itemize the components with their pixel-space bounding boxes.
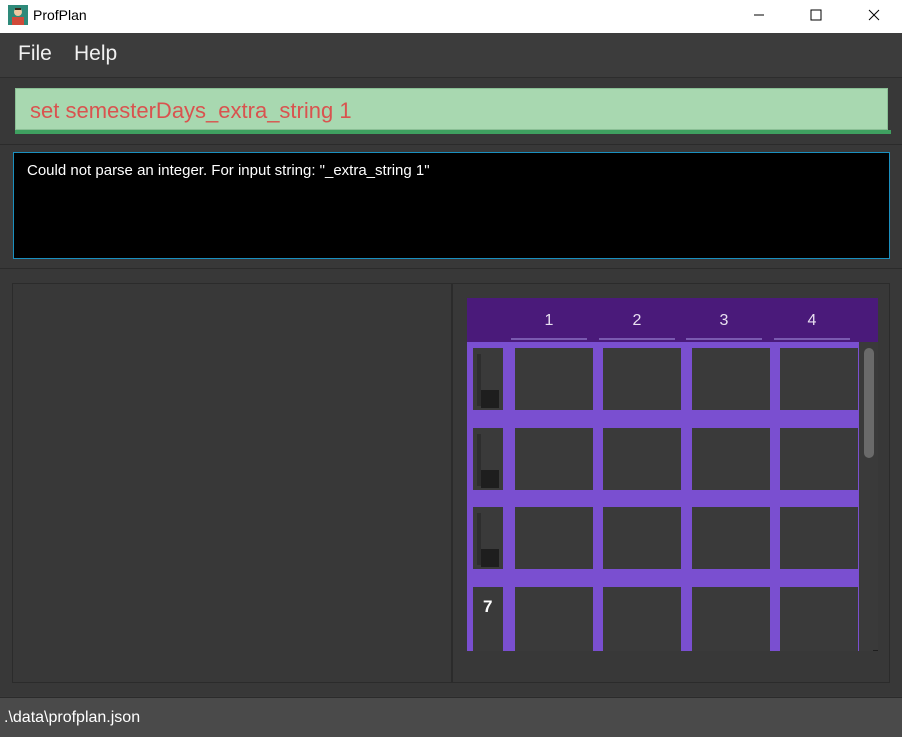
calendar-cell[interactable] <box>603 587 681 651</box>
result-display[interactable]: Could not parse an integer. For input st… <box>13 152 890 259</box>
calendar-day-cell[interactable] <box>473 507 503 569</box>
result-message: Could not parse an integer. For input st… <box>27 162 430 179</box>
status-bar: .\data\profplan.json <box>0 697 902 737</box>
save-location: .\data\profplan.json <box>4 709 141 726</box>
calendar-cell[interactable] <box>692 507 770 569</box>
calendar-cell[interactable] <box>515 507 593 569</box>
calendar-cell[interactable] <box>780 507 858 569</box>
calendar-cell[interactable] <box>515 587 593 651</box>
calendar-grid: 7 <box>467 342 859 651</box>
task-list-panel <box>12 283 452 683</box>
calendar-cell[interactable] <box>780 587 858 651</box>
calendar-day-cell[interactable]: 7 <box>473 587 503 651</box>
calendar-cell[interactable] <box>780 348 858 410</box>
window-title: ProfPlan <box>33 7 87 23</box>
calendar-day-label: 7 <box>483 597 493 616</box>
minimize-button[interactable] <box>730 0 788 30</box>
title-bar: ProfPlan <box>0 0 902 33</box>
calendar-header: 1 2 3 4 <box>467 298 878 342</box>
header-divider <box>686 338 762 340</box>
calendar-view: 1 2 3 4 7 <box>467 298 878 651</box>
calendar-cell[interactable] <box>603 428 681 490</box>
calendar-cell[interactable] <box>692 428 770 490</box>
calendar-cell[interactable] <box>692 587 770 651</box>
close-button[interactable] <box>845 0 902 30</box>
command-box-container: set semesterDays_extra_string 1 <box>0 78 902 145</box>
command-input-text: set semesterDays_extra_string 1 <box>30 98 352 123</box>
calendar-cell[interactable] <box>515 428 593 490</box>
header-divider <box>511 338 587 340</box>
menu-file[interactable]: File <box>18 42 52 66</box>
day-scroll-thumb <box>481 390 499 408</box>
result-display-container: Could not parse an integer. For input st… <box>0 145 902 269</box>
calendar-cell[interactable] <box>603 507 681 569</box>
calendar-column-header: 2 <box>632 312 642 329</box>
header-divider <box>599 338 675 340</box>
calendar-vertical-scroll-thumb[interactable] <box>864 348 874 458</box>
close-icon <box>868 9 880 21</box>
day-scroll-thumb <box>481 470 499 488</box>
calendar-column-header: 3 <box>719 312 729 329</box>
calendar-column-header: 1 <box>544 312 554 329</box>
calendar-column-header: 4 <box>807 312 817 329</box>
header-divider <box>774 338 850 340</box>
minimize-icon <box>754 14 764 16</box>
calendar-day-cell[interactable] <box>473 348 503 410</box>
calendar-day-cell[interactable] <box>473 428 503 490</box>
calendar-panel: 1 2 3 4 7 <box>452 283 890 683</box>
calendar-cell[interactable] <box>780 428 858 490</box>
calendar-cell[interactable] <box>692 348 770 410</box>
command-input-underline <box>15 130 891 134</box>
calendar-cell[interactable] <box>515 348 593 410</box>
calendar-cell[interactable] <box>603 348 681 410</box>
app-icon <box>8 5 28 25</box>
scroll-corner <box>873 650 878 651</box>
command-input[interactable]: set semesterDays_extra_string 1 <box>15 88 888 130</box>
menu-help[interactable]: Help <box>74 42 117 66</box>
main-area: 1 2 3 4 7 <box>0 269 902 696</box>
day-scroll-thumb <box>481 549 499 567</box>
maximize-button[interactable] <box>787 0 845 30</box>
maximize-icon <box>810 9 822 21</box>
menu-bar: File Help <box>0 33 902 78</box>
